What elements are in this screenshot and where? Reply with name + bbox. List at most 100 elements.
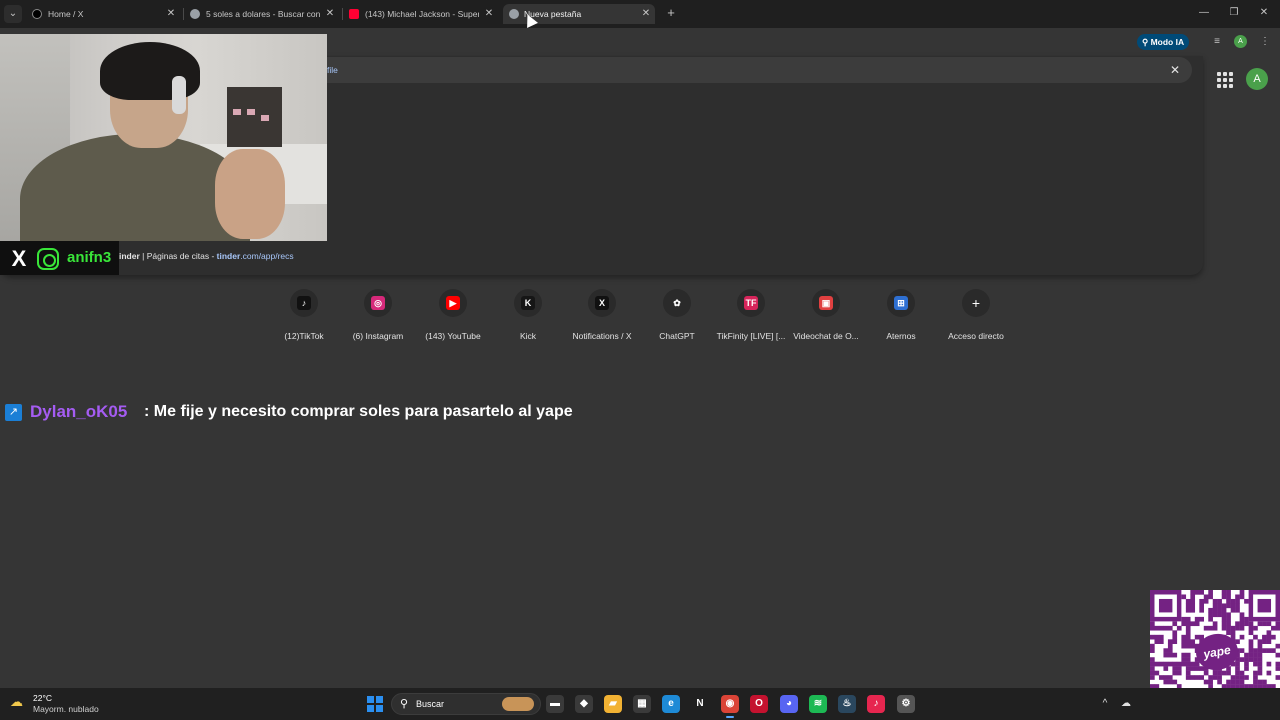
tiktok-icon: ♪ xyxy=(297,296,311,310)
spotify-icon[interactable]: ≋ xyxy=(809,695,827,713)
instagram-icon: ◎ xyxy=(371,296,385,310)
profile-avatar[interactable]: A xyxy=(1246,68,1268,90)
x-icon: X xyxy=(11,246,27,271)
ai-search-icon: ⚲ xyxy=(1142,37,1151,47)
opera-gx-icon[interactable]: O xyxy=(750,695,768,713)
tab-strip: ⌄ Home / X ✕ 5 soles a dolares - Buscar … xyxy=(0,0,1280,28)
shortcut-tile[interactable]: K Kick xyxy=(493,289,563,344)
shortcut-icon-circle: ⊞ xyxy=(887,289,915,317)
menu-icon[interactable]: ⋮ xyxy=(1257,34,1273,50)
shortcut-tile[interactable]: ⊞ Aternos xyxy=(866,289,936,344)
shortcut-tile[interactable]: ▶ (143) YouTube xyxy=(418,289,488,344)
shortcut-tile[interactable]: ◎ (6) Instagram xyxy=(343,289,413,344)
webcam-person-arm xyxy=(215,149,285,239)
tab-google-search[interactable]: 5 soles a dolares - Buscar con G ✕ xyxy=(190,4,336,24)
social-handle-bar: X anifn3 xyxy=(0,241,119,275)
chevron-up-icon[interactable]: ^ xyxy=(1098,697,1112,711)
shortcut-tile[interactable]: + Acceso directo xyxy=(941,289,1011,344)
settings-icon[interactable]: ⚙ xyxy=(897,695,915,713)
x-icon: X xyxy=(595,296,609,310)
store-icon[interactable]: ▦ xyxy=(633,695,651,713)
close-icon[interactable]: ✕ xyxy=(165,4,177,24)
x-icon xyxy=(32,9,42,19)
omnibox-text: file xyxy=(327,65,338,75)
modo-ia-button[interactable]: ⚲ Modo IA xyxy=(1137,34,1190,50)
suggestion-dash: - xyxy=(209,251,217,261)
onedrive-icon[interactable]: ☁ xyxy=(1119,697,1133,711)
tab-youtube[interactable]: (143) Michael Jackson - Super B ✕ xyxy=(349,4,495,24)
shortcut-label: Acceso directo xyxy=(948,331,1004,341)
chrome-icon xyxy=(509,9,519,19)
taskbar-search[interactable]: ⚲ Buscar xyxy=(391,693,541,715)
weather-temperature[interactable]: 22°C xyxy=(33,693,52,703)
kick-icon: K xyxy=(521,296,535,310)
copilot-icon[interactable]: ◆ xyxy=(575,695,593,713)
clear-icon[interactable]: ✕ xyxy=(1168,62,1182,78)
shortcut-icon-circle: ▣ xyxy=(812,289,840,317)
steam-icon[interactable]: ♨ xyxy=(838,695,856,713)
tab-title: Nueva pestaña xyxy=(524,9,582,19)
shortcut-icon-circle: TF xyxy=(737,289,765,317)
omnibox-input[interactable] xyxy=(327,57,1192,83)
shortcut-icon-circle: K xyxy=(514,289,542,317)
tab-title: Home / X xyxy=(48,9,84,19)
minimize-icon[interactable]: — xyxy=(1197,6,1211,20)
shortcut-icon-circle: ◎ xyxy=(364,289,392,317)
suggestion-url-path: .com/app/recs xyxy=(240,251,294,261)
omnibox-suggestion[interactable]: inder | Páginas de citas - tinder.com/ap… xyxy=(119,251,294,261)
google-icon xyxy=(190,9,200,19)
close-window-icon[interactable]: ✕ xyxy=(1257,6,1271,20)
chat-username: Dylan_oK05 xyxy=(30,402,128,421)
tab-divider xyxy=(183,8,184,20)
search-icon: ⚲ xyxy=(400,698,409,710)
tab-divider xyxy=(342,8,343,20)
tab-title: 5 soles a dolares - Buscar con G xyxy=(206,9,320,19)
suggestion-url: tinder.com/app/recs xyxy=(217,251,294,261)
weather-description[interactable]: Mayorm. nublado xyxy=(33,704,99,714)
weather-cloud-icon[interactable]: ☁ xyxy=(10,695,28,709)
shortcut-icon-circle: ✿ xyxy=(663,289,691,317)
videochat-icon: ▣ xyxy=(819,296,833,310)
taskbar-search-label: Buscar xyxy=(416,699,445,709)
google-apps-icon[interactable] xyxy=(1217,72,1233,88)
shortcut-icon-circle: ♪ xyxy=(290,289,318,317)
shortcut-icon-circle: ▶ xyxy=(439,289,467,317)
suggestion-url-host: tinder xyxy=(216,251,241,261)
chat-text: : Me fije y necesito comprar soles para … xyxy=(144,403,573,420)
suggestion-subtitle: Páginas de citas xyxy=(146,251,210,261)
tikfinity-icon: TF xyxy=(744,296,758,310)
new-tab-button[interactable]: + xyxy=(664,6,678,20)
chrome-icon[interactable]: ◉ xyxy=(721,695,739,718)
file-explorer-icon[interactable]: ▬ xyxy=(546,695,564,713)
shortcut-icon-circle: + xyxy=(962,289,990,317)
profile-avatar-small[interactable]: A xyxy=(1234,35,1247,48)
modo-ia-label: Modo IA xyxy=(1150,37,1185,47)
tab-home-x[interactable]: Home / X ✕ xyxy=(32,4,177,24)
tab-title: (143) Michael Jackson - Super B xyxy=(365,9,479,19)
user-badge-icon: ↗ xyxy=(5,404,22,421)
close-icon[interactable]: ✕ xyxy=(640,4,652,24)
start-button[interactable] xyxy=(367,696,383,712)
plus-icon: + xyxy=(971,295,981,311)
search-highlight-image xyxy=(502,697,534,711)
tab-list-icon[interactable]: ≡ xyxy=(1209,34,1225,50)
discord-icon[interactable]: ◕ xyxy=(780,695,798,713)
shortcut-tile[interactable]: X Notifications / X xyxy=(567,289,637,344)
shortcut-icon-circle: X xyxy=(588,289,616,317)
suggestion-separator: | xyxy=(139,251,147,261)
shortcut-tile[interactable]: ♪ (12)TikTok xyxy=(269,289,339,344)
shortcut-tile[interactable]: ✿ ChatGPT xyxy=(642,289,712,344)
netflix-icon[interactable]: N xyxy=(691,695,709,713)
aternos-icon: ⊞ xyxy=(894,296,908,310)
folder-icon[interactable]: ▰ xyxy=(604,695,622,713)
tiktok-icon[interactable]: ♪ xyxy=(867,695,885,713)
tab-search-button[interactable]: ⌄ xyxy=(4,5,22,23)
shortcut-tile[interactable]: TF TikFinity [LIVE] [... xyxy=(716,289,786,344)
close-icon[interactable]: ✕ xyxy=(483,4,495,24)
close-icon[interactable]: ✕ xyxy=(324,4,336,24)
youtube-icon: ▶ xyxy=(446,296,460,310)
edge-icon[interactable]: e xyxy=(662,695,680,713)
restore-icon[interactable]: ❐ xyxy=(1227,6,1241,20)
shortcut-tile[interactable]: ▣ Videochat de O... xyxy=(791,289,861,344)
youtube-icon xyxy=(349,9,359,19)
